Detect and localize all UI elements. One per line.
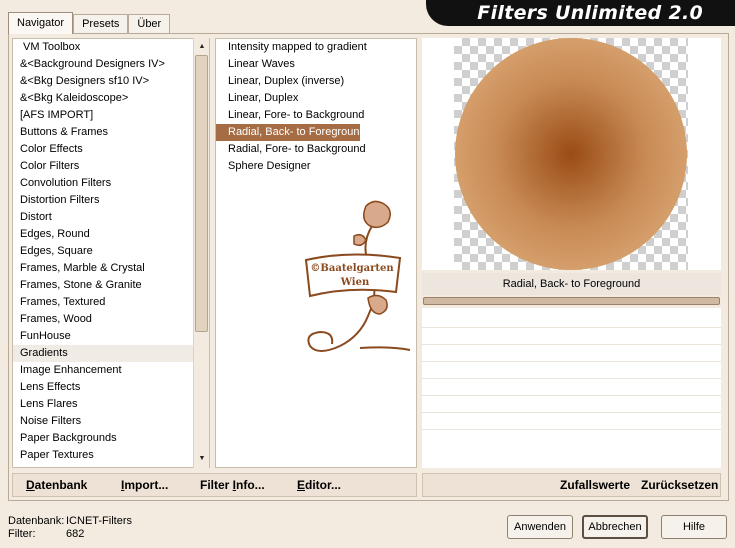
apply-button[interactable]: Anwenden bbox=[507, 515, 573, 539]
category-item[interactable]: Lens Effects bbox=[13, 379, 209, 396]
category-item[interactable]: Gradients bbox=[13, 345, 209, 362]
category-item[interactable]: [AFS IMPORT] bbox=[13, 107, 209, 124]
category-item[interactable]: Buttons & Frames bbox=[13, 124, 209, 141]
preview-image bbox=[455, 38, 687, 270]
category-item[interactable]: Frames, Marble & Crystal bbox=[13, 260, 209, 277]
status-db-label: Datenbank: bbox=[8, 515, 65, 527]
stamp-leaf bbox=[353, 233, 367, 247]
parameter-row bbox=[422, 361, 721, 378]
left-button-bar: Datenbank Import... Filter Info... Edito… bbox=[12, 473, 417, 497]
filter-item[interactable]: Radial, Back- to Foreground bbox=[216, 124, 366, 141]
category-item[interactable]: Frames, Stone & Granite bbox=[13, 277, 209, 294]
cancel-button[interactable]: Abbrechen bbox=[582, 515, 648, 539]
filter-info-button[interactable]: Filter Info... bbox=[200, 478, 265, 492]
scroll-thumb[interactable] bbox=[195, 55, 208, 332]
category-item[interactable]: Noise Filters bbox=[13, 413, 209, 430]
scroll-up-arrow-icon[interactable]: ▲ bbox=[194, 40, 210, 54]
status-filter-value: 682 bbox=[66, 528, 85, 540]
category-item[interactable]: Lens Flares bbox=[13, 396, 209, 413]
stamp-text-line1: ©Baatelgarten bbox=[310, 263, 394, 274]
parameter-row bbox=[422, 429, 721, 446]
category-item[interactable]: VM Toolbox bbox=[13, 39, 209, 56]
status-database: Datenbank: ICNET-Filters bbox=[8, 515, 132, 528]
parameter-row bbox=[422, 395, 721, 412]
help-button[interactable]: Hilfe bbox=[661, 515, 727, 539]
stamp-base-line bbox=[359, 346, 411, 351]
category-list[interactable]: VM Toolbox &<Background Designers IV> &<Bk… bbox=[12, 38, 210, 468]
filter-item[interactable]: Linear, Duplex bbox=[216, 90, 416, 107]
watermark-stamp: ©Baatelgarten Wien bbox=[304, 200, 411, 352]
tab-presets[interactable]: Presets bbox=[73, 14, 129, 34]
import-button[interactable]: Import... bbox=[121, 478, 168, 492]
filter-item[interactable]: Sphere Designer bbox=[216, 158, 416, 175]
stamp-swirl bbox=[307, 330, 341, 352]
editor-button[interactable]: Editor... bbox=[297, 478, 341, 492]
status-db-value: ICNET-Filters bbox=[66, 515, 132, 527]
category-item[interactable]: Frames, Wood bbox=[13, 311, 209, 328]
parameter-row bbox=[422, 378, 721, 395]
category-item[interactable]: &<Bkg Designers sf10 IV> bbox=[13, 73, 209, 90]
category-item[interactable]: Image Enhancement bbox=[13, 362, 209, 379]
title-banner: Filters Unlimited 2.0 bbox=[426, 0, 735, 26]
parameter-slider[interactable] bbox=[423, 297, 720, 305]
stamp-text-line2: Wien bbox=[340, 277, 370, 288]
category-item[interactable]: Distort bbox=[13, 209, 209, 226]
parameter-row bbox=[422, 344, 721, 361]
filter-item[interactable]: Linear Waves bbox=[216, 56, 416, 73]
filter-item[interactable]: Intensity mapped to gradient bbox=[216, 39, 416, 56]
category-item[interactable]: Frames, Textured bbox=[13, 294, 209, 311]
datenbank-button[interactable]: Datenbank bbox=[26, 478, 87, 492]
tab-ueber[interactable]: Über bbox=[128, 14, 171, 34]
stamp-ribbon bbox=[304, 253, 402, 298]
filter-item[interactable]: Radial, Fore- to Background bbox=[216, 141, 416, 158]
status-filter-label: Filter: bbox=[8, 528, 36, 540]
category-item[interactable]: &<Background Designers IV> bbox=[13, 56, 209, 73]
filter-item[interactable]: Linear, Fore- to Background bbox=[216, 107, 416, 124]
category-item[interactable]: Convolution Filters bbox=[13, 175, 209, 192]
category-item[interactable]: FunHouse bbox=[13, 328, 209, 345]
zuruecksetzen-button[interactable]: Zurücksetzen bbox=[641, 478, 718, 492]
preview-filter-name: Radial, Back- to Foreground bbox=[422, 273, 721, 295]
filter-item[interactable]: Linear, Duplex (inverse) bbox=[216, 73, 416, 90]
zufallswerte-button[interactable]: Zufallswerte bbox=[560, 478, 630, 492]
parameter-row bbox=[422, 412, 721, 429]
parameter-row bbox=[422, 327, 721, 344]
category-item[interactable]: Edges, Round bbox=[13, 226, 209, 243]
category-item[interactable]: Distortion Filters bbox=[13, 192, 209, 209]
category-item[interactable]: Paper Textures bbox=[13, 447, 209, 464]
app-title: Filters Unlimited 2.0 bbox=[477, 2, 703, 24]
stamp-flower-top bbox=[363, 200, 391, 229]
category-item[interactable]: Edges, Square bbox=[13, 243, 209, 260]
status-filter-count: Filter: 682 bbox=[8, 528, 84, 541]
tab-navigator[interactable]: Navigator bbox=[8, 12, 74, 34]
right-button-bar: Zufallswerte Zurücksetzen bbox=[422, 473, 721, 497]
scroll-down-arrow-icon[interactable]: ▼ bbox=[194, 452, 210, 466]
category-item[interactable]: Paper Backgrounds bbox=[13, 430, 209, 447]
tab-bar: Navigator Presets Über bbox=[8, 12, 171, 34]
category-item[interactable]: &<Bkg Kaleidoscope> bbox=[13, 90, 209, 107]
category-item[interactable]: Color Effects bbox=[13, 141, 209, 158]
category-item[interactable]: Color Filters bbox=[13, 158, 209, 175]
category-scrollbar[interactable]: ▲ ▼ bbox=[193, 38, 209, 468]
filters-unlimited-window: Navigator Presets Über Filters Unlimited… bbox=[0, 0, 735, 548]
